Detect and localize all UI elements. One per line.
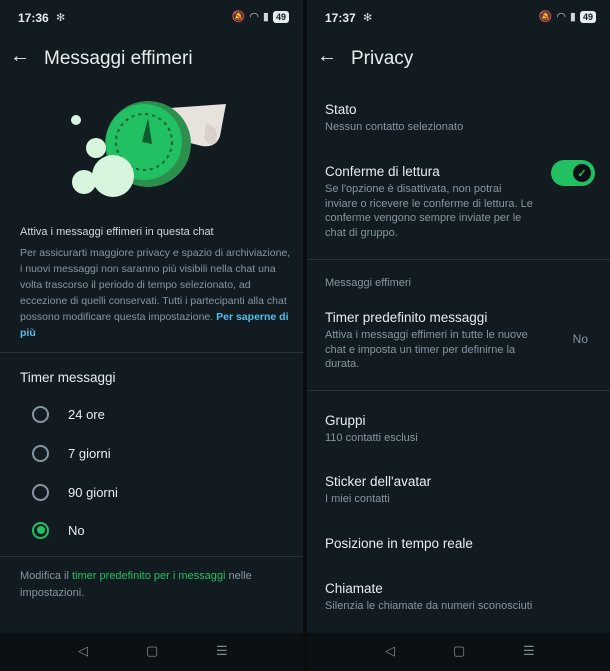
- nav-recents-icon[interactable]: ☰: [523, 643, 535, 659]
- status-time: 17:37: [325, 11, 356, 25]
- option-no[interactable]: No: [20, 514, 290, 546]
- app-bar: ← Messaggi effimeri: [0, 40, 303, 80]
- status-bar: 17:37 ✻ 🔕 ◠ ▮ 49: [307, 0, 610, 36]
- radio-button[interactable]: [32, 444, 49, 462]
- option-24-ore[interactable]: 24 ore: [20, 398, 290, 430]
- default-timer-value: No: [572, 332, 588, 346]
- signal-icon: ▮: [262, 11, 269, 23]
- toggle-check-icon: ✓: [573, 164, 591, 182]
- setting-subtitle: Se l'opzione è disattivata, non potrai i…: [325, 183, 533, 239]
- radio-button-selected[interactable]: [32, 521, 49, 539]
- setting-stato[interactable]: Stato Nessun contatto selezionato: [325, 102, 595, 135]
- setting-read-receipts[interactable]: Conferme di lettura Se l'opzione è disat…: [325, 164, 535, 240]
- timer-illustration: [71, 101, 226, 197]
- divider: [307, 259, 610, 260]
- back-arrow-icon[interactable]: ←: [317, 45, 337, 68]
- radio-button[interactable]: [32, 405, 49, 423]
- setting-live-location[interactable]: Posizione in tempo reale: [325, 536, 595, 551]
- setting-title: Posizione in tempo reale: [325, 536, 473, 551]
- system-nav-bar: ◁ ▢ ☰: [0, 633, 303, 671]
- app-bar: ← Privacy: [307, 40, 610, 80]
- footer-note: Modifica il timer predefinito per i mess…: [20, 568, 292, 602]
- bluetooth-icon: ✻: [363, 12, 373, 24]
- setting-default-timer[interactable]: Timer predefinito messaggi Attiva i mess…: [325, 310, 547, 372]
- privacy-screen: 17:37 ✻ 🔕 ◠ ▮ 49 ← Privacy Stato Nessun …: [307, 0, 610, 671]
- option-label: 90 giorni: [68, 484, 118, 500]
- nav-home-icon[interactable]: ▢: [453, 643, 465, 659]
- timer-section-label: Timer messaggi: [20, 370, 116, 385]
- system-nav-bar: ◁ ▢ ☰: [307, 633, 610, 671]
- nav-back-icon[interactable]: ◁: [78, 643, 88, 659]
- option-90-giorni[interactable]: 90 giorni: [20, 476, 290, 508]
- setting-chiamate[interactable]: Chiamate Silenzia le chiamate da numeri …: [325, 581, 595, 614]
- wifi-icon: ◠: [249, 11, 259, 23]
- divider: [0, 556, 303, 557]
- setting-subtitle: Silenzia le chiamate da numeri sconosciu…: [325, 600, 533, 612]
- back-arrow-icon[interactable]: ←: [10, 45, 30, 68]
- battery-icon: 49: [579, 10, 596, 23]
- mute-icon: 🔕: [231, 11, 246, 23]
- radio-button[interactable]: [32, 483, 49, 501]
- bluetooth-icon: ✻: [56, 12, 66, 24]
- setting-subtitle: 110 contatti esclusi: [325, 432, 418, 444]
- setting-subtitle: Attiva i messaggi effimeri in tutte le n…: [325, 329, 528, 370]
- signal-icon: ▮: [569, 11, 576, 23]
- nav-recents-icon[interactable]: ☰: [216, 643, 228, 659]
- ephemeral-description: Per assicurarti maggiore privacy e spazi…: [20, 245, 292, 341]
- status-bar: 17:36 ✻ 🔕 ◠ ▮ 49: [0, 0, 303, 36]
- page-title: Messaggi effimeri: [44, 48, 193, 69]
- setting-gruppi[interactable]: Gruppi 110 contatti esclusi: [325, 413, 595, 446]
- ephemeral-messages-screen: 17:36 ✻ 🔕 ◠ ▮ 49 ← Messaggi effimeri Att…: [0, 0, 303, 671]
- setting-subtitle: Nessun contatto selezionato: [325, 121, 464, 133]
- option-7-giorni[interactable]: 7 giorni: [20, 437, 290, 469]
- setting-title: Chiamate: [325, 581, 383, 596]
- nav-back-icon[interactable]: ◁: [385, 643, 395, 659]
- battery-icon: 49: [272, 10, 289, 23]
- setting-title: Stato: [325, 102, 357, 117]
- setting-title: Conferme di lettura: [325, 164, 440, 179]
- status-time: 17:36: [18, 11, 49, 25]
- setting-avatar-sticker[interactable]: Sticker dell'avatar I miei contatti: [325, 474, 595, 507]
- setting-title: Timer predefinito messaggi: [325, 310, 488, 325]
- section-label-effimeri: Messaggi effimeri: [325, 277, 411, 289]
- page-title: Privacy: [351, 48, 414, 69]
- divider: [0, 352, 303, 353]
- footer-text: Modifica il: [20, 570, 72, 582]
- setting-title: Sticker dell'avatar: [325, 474, 432, 489]
- option-label: 24 ore: [68, 406, 105, 422]
- default-timer-link[interactable]: timer predefinito per i messaggi: [72, 570, 225, 582]
- wifi-icon: ◠: [556, 11, 566, 23]
- setting-title: Gruppi: [325, 413, 366, 428]
- read-receipts-toggle[interactable]: ✓: [551, 160, 595, 186]
- divider: [307, 390, 610, 391]
- option-label: 7 giorni: [68, 445, 111, 461]
- option-label: No: [68, 522, 85, 538]
- nav-home-icon[interactable]: ▢: [146, 643, 158, 659]
- ephemeral-heading: Attiva i messaggi effimeri in questa cha…: [20, 226, 214, 238]
- mute-icon: 🔕: [538, 11, 553, 23]
- setting-subtitle: I miei contatti: [325, 493, 390, 505]
